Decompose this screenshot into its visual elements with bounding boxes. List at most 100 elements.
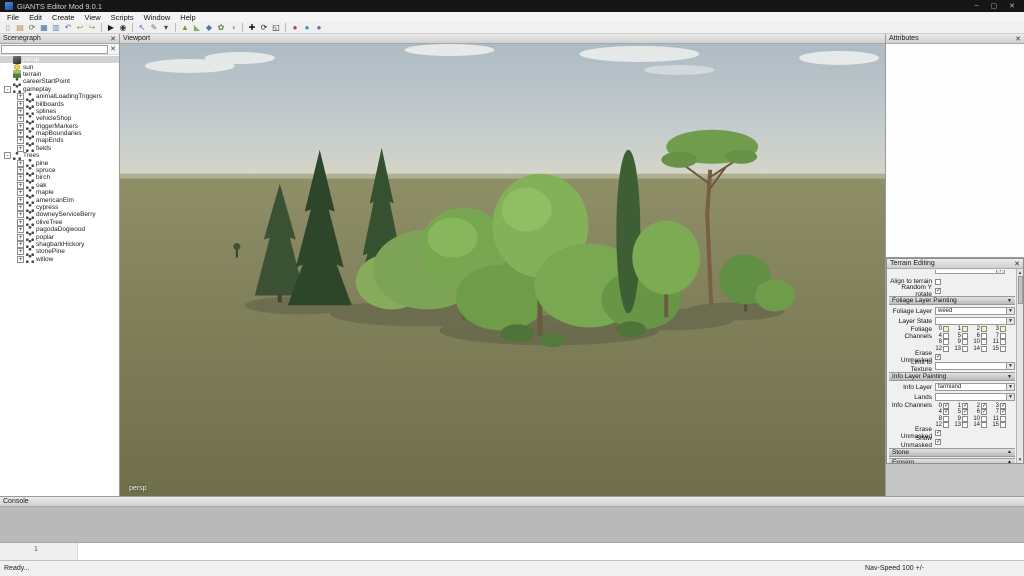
- expand-icon[interactable]: +: [17, 234, 24, 241]
- expand-icon[interactable]: +: [17, 101, 24, 108]
- foliage-channel-5-checkbox[interactable]: [962, 333, 968, 339]
- expand-icon[interactable]: +: [17, 115, 24, 122]
- info-paint-icon[interactable]: ◑: [227, 22, 239, 33]
- expand-icon[interactable]: +: [17, 174, 24, 181]
- light-icon[interactable]: ●: [313, 22, 325, 33]
- scenegraph-item-stonePine[interactable]: +stonePine: [0, 248, 119, 255]
- move-icon[interactable]: ✚: [246, 22, 258, 33]
- reload-icon[interactable]: ⟳: [26, 22, 38, 33]
- scenegraph-item-pine[interactable]: +pine: [0, 159, 119, 166]
- collapse-icon[interactable]: -: [4, 86, 11, 93]
- menu-help[interactable]: Help: [175, 13, 200, 22]
- terrain-raise-icon[interactable]: ▲: [179, 22, 191, 33]
- menu-scripts[interactable]: Scripts: [106, 13, 139, 22]
- info-channel-3-checkbox[interactable]: [1000, 403, 1006, 409]
- terrain-panel-scrollbar[interactable]: ▲ ▼: [1016, 269, 1023, 463]
- redo-back-icon[interactable]: ↩: [74, 22, 86, 33]
- foliage-channel-9-checkbox[interactable]: [962, 339, 968, 345]
- menu-window[interactable]: Window: [139, 13, 176, 22]
- scenegraph-item-americanElm[interactable]: +americanElm: [0, 196, 119, 203]
- foliage-channel-6-checkbox[interactable]: [981, 333, 987, 339]
- info-channel-12-checkbox[interactable]: [943, 422, 949, 428]
- info-channel-9-checkbox[interactable]: [962, 416, 968, 422]
- info-channel-6-checkbox[interactable]: [981, 409, 987, 415]
- info-layer-painting-header[interactable]: Info Layer Painting ▼: [889, 372, 1015, 381]
- expand-icon[interactable]: +: [17, 189, 24, 196]
- scenegraph-item-mapEnds[interactable]: +mapEnds: [0, 137, 119, 144]
- info-channel-1-checkbox[interactable]: [962, 403, 968, 409]
- foliage-channel-13-checkbox[interactable]: [962, 346, 968, 352]
- scenegraph-item-billboards[interactable]: +billboards: [0, 100, 119, 107]
- chevron-down-icon[interactable]: ▼: [996, 270, 1004, 273]
- scenegraph-item-pagodaDogwood[interactable]: +pagodaDogwood: [0, 226, 119, 233]
- scrollbar-thumb[interactable]: [1018, 276, 1023, 304]
- chevron-down-icon[interactable]: ▼: [1006, 318, 1014, 324]
- menu-edit[interactable]: Edit: [24, 13, 47, 22]
- scenegraph-item-animalLoadingTriggers[interactable]: +animalLoadingTriggers: [0, 93, 119, 100]
- scenegraph-item-spruce[interactable]: +spruce: [0, 167, 119, 174]
- clipped-combo[interactable]: ▼: [935, 270, 1005, 274]
- scenegraph-item-shagbarkHickory[interactable]: +shagbarkHickory: [0, 241, 119, 248]
- expand-icon[interactable]: +: [17, 137, 24, 144]
- scale-icon[interactable]: ◱: [270, 22, 282, 33]
- scenegraph-item-mapBoundaries[interactable]: +mapBoundaries: [0, 130, 119, 137]
- expand-icon[interactable]: +: [17, 197, 24, 204]
- foliage-layer-select[interactable]: weed ▼: [935, 307, 1015, 315]
- filter-clear-icon[interactable]: ✕: [108, 45, 118, 53]
- scenegraph-item-cypress[interactable]: +cypress: [0, 204, 119, 211]
- export-icon[interactable]: ▥: [50, 22, 62, 33]
- foliage-channel-4-checkbox[interactable]: [943, 333, 949, 339]
- info-channel-2-checkbox[interactable]: [981, 403, 987, 409]
- scenegraph-item-oak[interactable]: +oak: [0, 182, 119, 189]
- foliage-channel-2-checkbox[interactable]: [981, 326, 987, 332]
- scenegraph-item-oliveTree[interactable]: +oliveTree: [0, 219, 119, 226]
- scenegraph-item-splines[interactable]: +splines: [0, 108, 119, 115]
- info-channel-11-checkbox[interactable]: [1000, 416, 1006, 422]
- menu-file[interactable]: File: [2, 13, 24, 22]
- info-layer-select[interactable]: farmland ▼: [935, 383, 1015, 391]
- chevron-down-icon[interactable]: ▼: [1006, 308, 1014, 314]
- scenegraph-item-poplar[interactable]: +poplar: [0, 233, 119, 240]
- minimize-button[interactable]: –: [975, 2, 979, 10]
- expand-icon[interactable]: +: [17, 182, 24, 189]
- info-channel-0-checkbox[interactable]: [943, 403, 949, 409]
- foliage-channel-10-checkbox[interactable]: [981, 339, 987, 345]
- foliage-channel-12-checkbox[interactable]: [943, 346, 949, 352]
- scenegraph-item-vehicleShop[interactable]: +vehicleShop: [0, 115, 119, 122]
- erosion-header[interactable]: Erosion ▲: [889, 458, 1015, 463]
- terrain-flatten-icon[interactable]: ◆: [203, 22, 215, 33]
- stone-header[interactable]: Stone ▲: [889, 448, 1015, 457]
- chevron-down-icon[interactable]: ▼: [1006, 384, 1014, 390]
- scroll-up-icon[interactable]: ▲: [1018, 269, 1022, 276]
- expand-icon[interactable]: +: [17, 108, 24, 115]
- audio-icon[interactable]: ●: [301, 22, 313, 33]
- info-channel-10-checkbox[interactable]: [981, 416, 987, 422]
- chevron-down-icon[interactable]: ▼: [1006, 363, 1014, 369]
- scenegraph-item-birch[interactable]: +birch: [0, 174, 119, 181]
- maximize-button[interactable]: ▢: [991, 2, 998, 10]
- erase-unmasked-checkbox[interactable]: [935, 430, 941, 436]
- redo-forward-icon[interactable]: ↪: [86, 22, 98, 33]
- foliage-channel-11-checkbox[interactable]: [1000, 339, 1006, 345]
- open-file-icon[interactable]: ▤: [14, 22, 26, 33]
- scenegraph-item-gameplay[interactable]: -gameplay: [0, 86, 119, 93]
- scenegraph-item-downeyServiceBerry[interactable]: +downeyServiceBerry: [0, 211, 119, 218]
- foliage-channel-15-checkbox[interactable]: [1000, 346, 1006, 352]
- limit-to-texture-select[interactable]: ▼: [935, 362, 1015, 370]
- layer-state-select[interactable]: ▼: [935, 317, 1015, 325]
- terrain-editing-close-icon[interactable]: ✕: [1014, 260, 1020, 268]
- new-file-icon[interactable]: ▯: [2, 22, 14, 33]
- close-button[interactable]: ✕: [1009, 2, 1015, 10]
- expand-icon[interactable]: +: [17, 241, 24, 248]
- info-channel-4-checkbox[interactable]: [943, 409, 949, 415]
- brush-icon[interactable]: ✎: [148, 22, 160, 33]
- expand-icon[interactable]: +: [17, 123, 24, 130]
- random-y-rotate-checkbox[interactable]: [935, 288, 941, 294]
- dropdown-arrow-icon[interactable]: ▾: [160, 22, 172, 33]
- lands-select[interactable]: ▼: [935, 393, 1015, 401]
- expand-icon[interactable]: +: [17, 256, 24, 263]
- foliage-layer-painting-header[interactable]: Foliage Layer Painting ▼: [889, 296, 1015, 305]
- eye-icon[interactable]: ◉: [117, 22, 129, 33]
- expand-icon[interactable]: +: [17, 130, 24, 137]
- expand-icon[interactable]: +: [17, 167, 24, 174]
